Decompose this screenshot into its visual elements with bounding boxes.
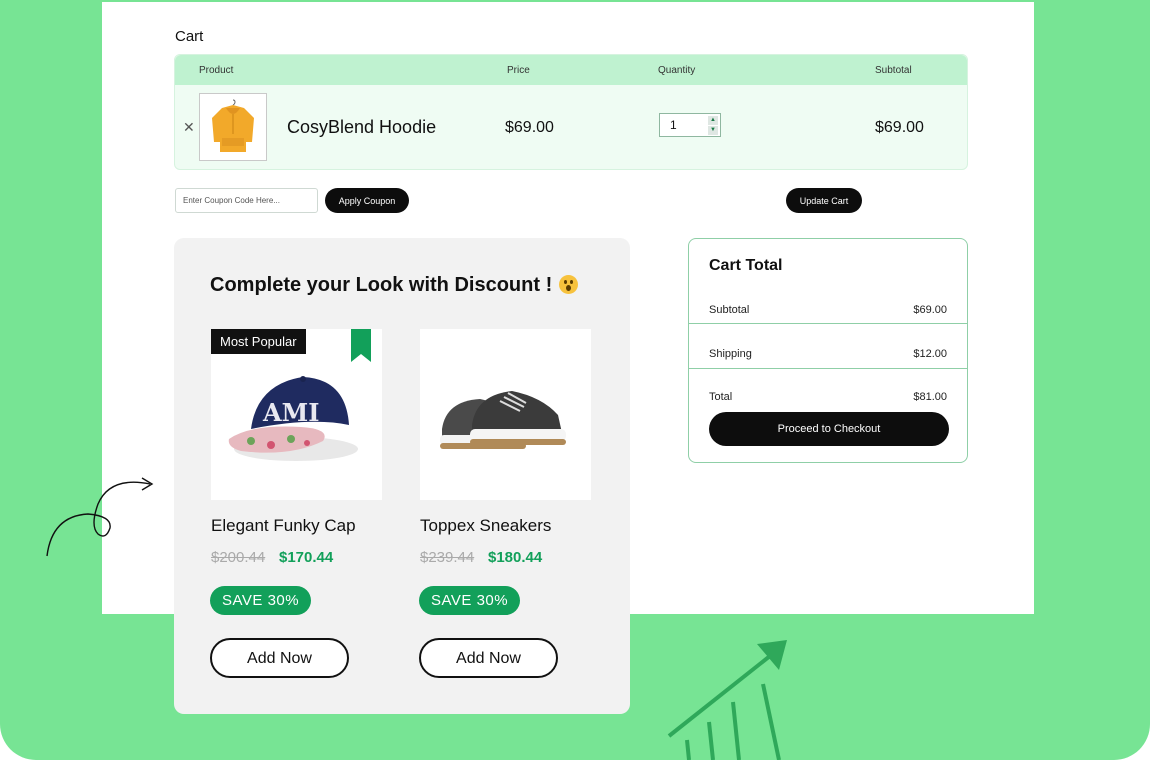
subtotal-value: $69.00 <box>913 304 947 316</box>
update-cart-button[interactable]: Update Cart <box>786 188 862 213</box>
cart-total-card: Cart Total Subtotal $69.00 Shipping $12.… <box>688 238 968 463</box>
column-product: Product <box>199 65 234 76</box>
increment-icon[interactable]: ▲ <box>708 116 718 125</box>
save-badge: SAVE 30% <box>210 586 312 615</box>
cart-table: Product Price Quantity Subtotal ✕ CosyBl… <box>174 54 968 170</box>
growth-arrow-icon <box>667 640 787 760</box>
curly-arrow-icon <box>46 477 154 557</box>
column-price: Price <box>507 65 530 76</box>
cart-title: Cart <box>175 28 204 45</box>
shipping-label: Shipping <box>709 348 752 360</box>
quantity-value[interactable]: 1 <box>670 118 677 132</box>
coupon-input[interactable] <box>175 188 318 213</box>
svg-text:AMI: AMI <box>262 398 319 427</box>
divider <box>689 368 967 369</box>
column-subtotal: Subtotal <box>875 65 912 76</box>
astonished-face-icon <box>559 275 578 294</box>
save-badge: SAVE 30% <box>419 586 521 615</box>
proceed-to-checkout-button[interactable]: Proceed to Checkout <box>709 412 949 446</box>
discount-price: $170.44 <box>279 549 334 566</box>
quantity-stepper[interactable]: 1 ▲ ▼ <box>659 113 721 137</box>
cap-image[interactable]: AMI Most Popular <box>211 329 382 500</box>
old-price: $200.44 <box>211 549 266 566</box>
product-name[interactable]: Elegant Funky Cap <box>211 516 356 536</box>
decrement-icon[interactable]: ▼ <box>708 126 718 135</box>
add-now-button[interactable]: Add Now <box>419 638 558 678</box>
bookmark-icon[interactable] <box>351 329 371 362</box>
discount-price: $180.44 <box>488 549 543 566</box>
sneaker-image[interactable] <box>420 329 591 500</box>
total-value: $81.00 <box>913 391 947 403</box>
add-now-button[interactable]: Add Now <box>210 638 349 678</box>
column-quantity: Quantity <box>658 65 696 76</box>
remove-item-icon[interactable]: ✕ <box>183 119 195 136</box>
product-price: $69.00 <box>505 119 554 136</box>
subtotal-label: Subtotal <box>709 304 750 316</box>
shipping-value: $12.00 <box>913 348 947 360</box>
recommendation-title: Complete your Look with Discount ! <box>210 274 553 296</box>
apply-coupon-button[interactable]: Apply Coupon <box>325 188 409 213</box>
divider <box>689 323 967 324</box>
shipping-row: Shipping $12.00 <box>689 334 967 378</box>
product-name[interactable]: Toppex Sneakers <box>420 516 551 536</box>
subtotal-row: Subtotal $69.00 <box>689 290 967 334</box>
hoodie-image <box>199 93 267 161</box>
recommendation-card: Complete your Look with Discount ! AMI M… <box>174 238 630 714</box>
most-popular-badge: Most Popular <box>211 329 306 354</box>
old-price: $239.44 <box>420 549 475 566</box>
product-name[interactable]: CosyBlend Hoodie <box>287 117 436 138</box>
total-label: Total <box>709 391 733 403</box>
cart-total-title: Cart Total <box>709 257 783 274</box>
product-subtotal: $69.00 <box>875 119 924 136</box>
cart-table-header: Product Price Quantity Subtotal <box>175 55 967 85</box>
